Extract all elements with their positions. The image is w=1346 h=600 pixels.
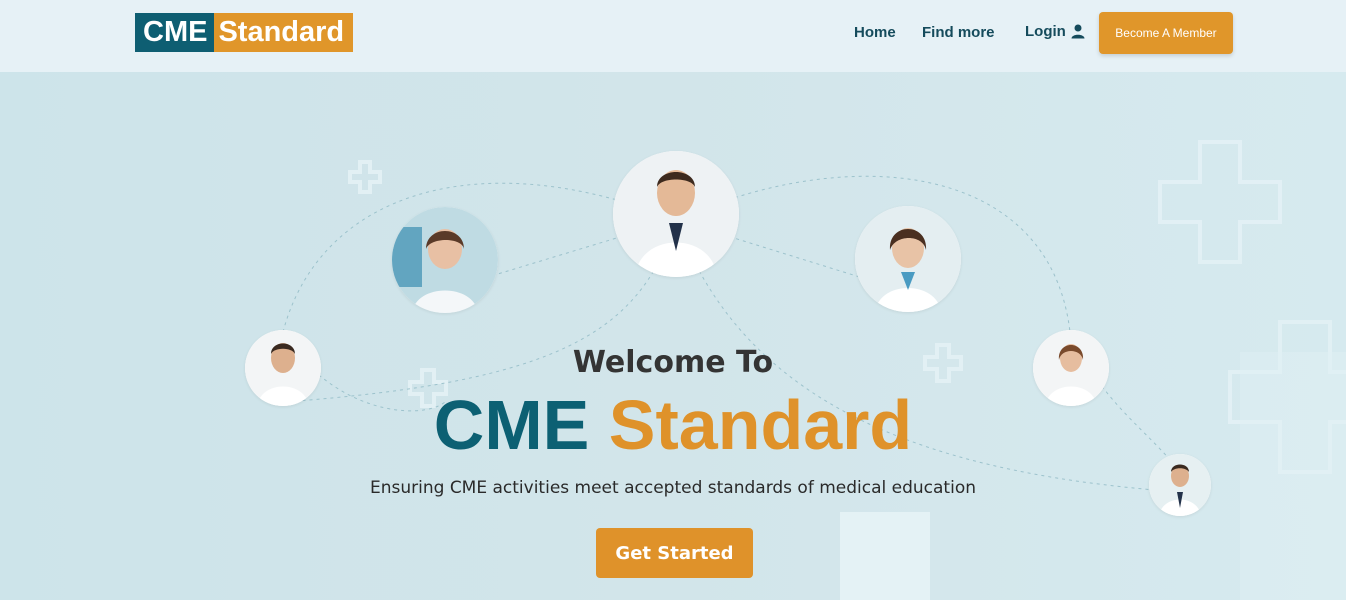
doctor-avatar-2 — [613, 151, 739, 277]
site-logo[interactable]: CME Standard — [135, 13, 354, 52]
hero-brand-title: CME Standard — [0, 385, 1346, 465]
doctor-avatar-3 — [855, 206, 961, 312]
doctor-avatar-1 — [392, 207, 498, 313]
logo-part-standard: Standard — [214, 13, 354, 52]
become-member-button[interactable]: Become A Member — [1099, 12, 1233, 54]
logo-part-cme: CME — [135, 13, 215, 52]
get-started-button[interactable]: Get Started — [596, 528, 753, 578]
nav-login-link[interactable]: Login — [1025, 23, 1085, 40]
hero-tagline: Ensuring CME activities meet accepted st… — [369, 478, 976, 498]
hero-welcome-heading: Welcome To — [572, 345, 774, 380]
nav-find-more-link[interactable]: Find more — [922, 24, 995, 41]
user-icon — [1071, 24, 1085, 39]
nav-home-link[interactable]: Home — [854, 24, 896, 41]
hero-brand-standard: Standard — [608, 386, 913, 464]
hero-brand-cme: CME — [433, 386, 609, 464]
site-header: CME Standard Home Find more Login Become… — [0, 0, 1346, 72]
login-label: Login — [1025, 23, 1066, 40]
hero-section — [0, 72, 1346, 600]
